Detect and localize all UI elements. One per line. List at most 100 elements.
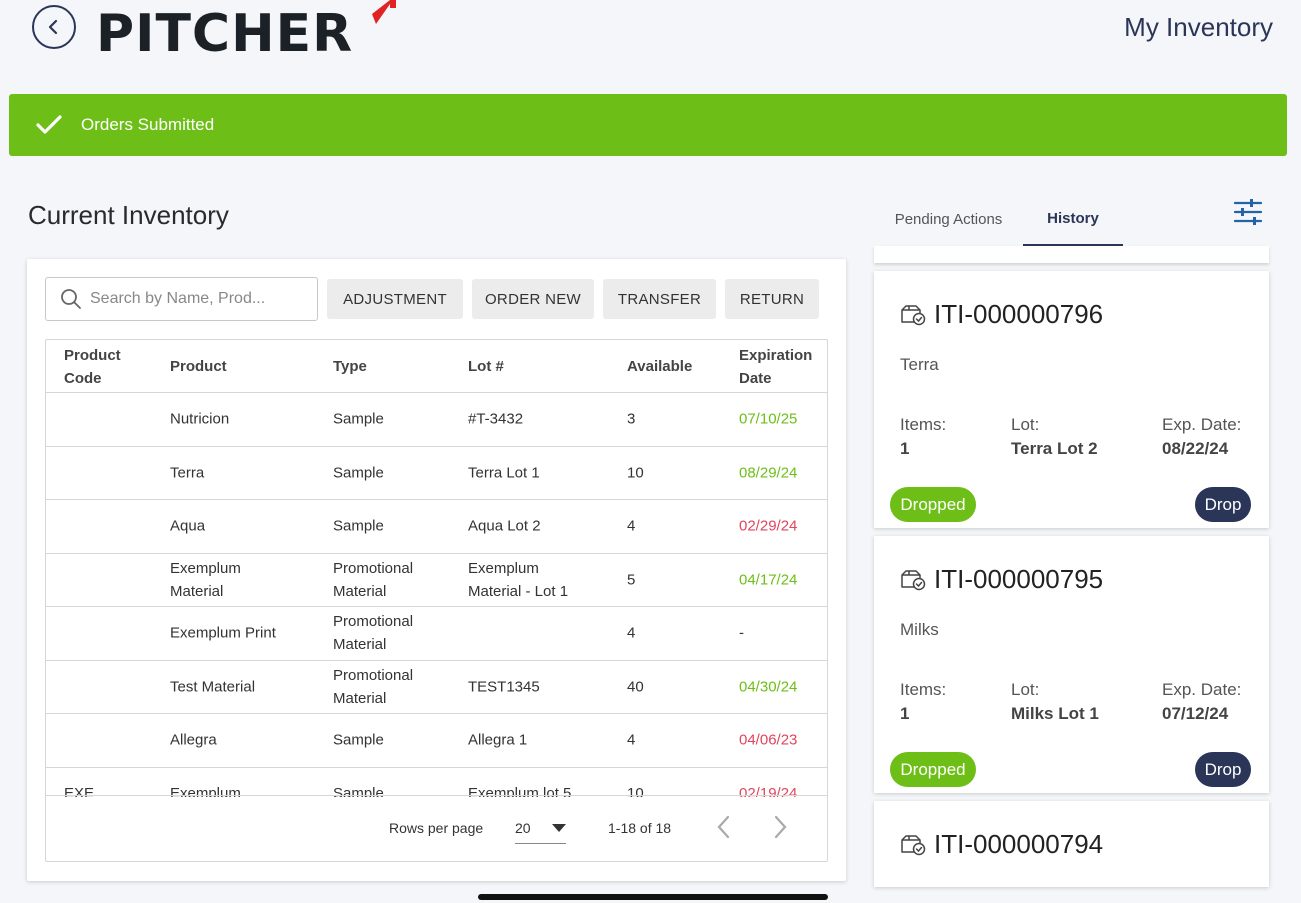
cell-type: Sample (333, 408, 384, 431)
cell-expiration: 08/29/24 (739, 464, 798, 482)
cell-line: Exemplum (170, 559, 241, 577)
history-card[interactable]: ITI-000000794 (874, 801, 1269, 887)
column-header-type[interactable]: Type (333, 355, 367, 378)
home-indicator (478, 894, 828, 900)
history-product-name: Terra (900, 355, 939, 374)
header-line: Date (739, 370, 772, 387)
tab-pending-actions[interactable]: Pending Actions (874, 192, 1023, 246)
table-row[interactable]: Aqua Sample Aqua Lot 2 4 02/29/24 (46, 500, 827, 554)
order-new-button[interactable]: ORDER NEW (472, 279, 594, 319)
rows-per-page-select[interactable]: 20 (515, 812, 566, 844)
cell-line: Material - Lot 1 (468, 582, 569, 600)
prev-page-button[interactable] (714, 814, 734, 843)
transfer-button[interactable]: TRANSFER (603, 279, 716, 319)
cell-lot: Aqua Lot 2 (468, 515, 541, 538)
chevron-right-icon (774, 815, 787, 839)
status-badge: Dropped (890, 487, 976, 522)
search-box[interactable] (45, 277, 318, 321)
success-banner: Orders Submitted (9, 94, 1287, 156)
cell-expiration: 02/29/24 (739, 517, 798, 535)
cell-expiration: 04/06/23 (739, 731, 798, 749)
column-header-product[interactable]: Product (170, 355, 227, 378)
cell-line: Material (170, 582, 224, 600)
table-row[interactable]: EXE Exemplum Sample Exemplum lot 5 10 02/19/2… (46, 768, 827, 798)
return-button[interactable]: RETURN (725, 279, 819, 319)
items-label: Items: (900, 680, 947, 699)
cell-line: Sample (333, 410, 384, 428)
cell-product: Exemplum Material (170, 557, 241, 603)
header-line: Code (64, 370, 102, 387)
cell-expiration: 04/17/24 (739, 571, 798, 589)
cell-line: Sample (333, 731, 384, 749)
cell-line: Promotional (333, 666, 414, 684)
history-id-text: ITI-000000794 (934, 829, 1104, 859)
package-check-icon (901, 569, 926, 590)
logo-text: PITCHER (96, 4, 354, 64)
sliders-icon (1233, 199, 1263, 225)
table-row[interactable]: Allegra Sample Allegra 1 4 04/06/23 (46, 714, 827, 768)
search-icon (61, 289, 81, 309)
lot-value: Milks Lot 1 (1011, 704, 1099, 723)
filter-button[interactable] (1233, 198, 1263, 231)
column-header-lot[interactable]: Lot # (468, 355, 504, 378)
cell-line: Nutricion (170, 410, 230, 428)
column-header-product-code[interactable]: Product Code (64, 344, 121, 390)
cell-type: Sample (333, 515, 384, 538)
cell-lot: Allegra 1 (468, 729, 527, 752)
cell-type: Promotional Material (333, 610, 413, 656)
cell-type: Sample (333, 461, 384, 484)
cell-line: Allegra 1 (468, 731, 528, 749)
items-value: 1 (900, 704, 910, 723)
table-row[interactable]: Exemplum Print Promotional Material 4 - (46, 607, 827, 661)
lot-label: Lot: (1011, 415, 1040, 434)
header-line: Expiration (739, 347, 813, 364)
package-check-icon (901, 304, 926, 325)
cell-line: Promotional (333, 559, 414, 577)
exp-date-value: 08/22/24 (1162, 439, 1229, 458)
cell-line: Aqua Lot 2 (468, 517, 541, 535)
adjustment-button[interactable]: ADJUSTMENT (327, 279, 463, 319)
cell-line: Allegra (170, 731, 217, 749)
column-header-expiration[interactable]: Expiration Date (739, 344, 812, 390)
column-header-available[interactable]: Available (627, 355, 692, 378)
cell-available: 4 (627, 731, 636, 749)
lot-label: Lot: (1011, 680, 1040, 699)
cell-product: Nutricion (170, 408, 229, 431)
cell-product: Terra (170, 461, 204, 484)
history-id-text: ITI-000000796 (934, 299, 1104, 329)
cell-available: 4 (627, 517, 636, 535)
cell-lot: Exemplum Material - Lot 1 (468, 557, 568, 603)
table-row[interactable]: Exemplum Material Promotional Material Exemp… (46, 554, 827, 607)
back-button[interactable] (32, 5, 76, 49)
inventory-card: ADJUSTMENT ORDER NEW TRANSFER RETURN Pro… (27, 259, 846, 881)
drop-button[interactable]: Drop (1195, 487, 1251, 522)
pagination-range: 1-18 of 18 (608, 820, 672, 836)
cell-lot: Terra Lot 1 (468, 461, 540, 484)
checkmark-icon (35, 113, 63, 137)
drop-button[interactable]: Drop (1195, 752, 1251, 787)
banner-message: Orders Submitted (81, 115, 215, 134)
tab-history[interactable]: History (1023, 192, 1123, 246)
history-card[interactable]: ITI-000000796 Terra Items: 1 Lot: Terra … (874, 271, 1269, 528)
table-row[interactable]: Terra Sample Terra Lot 1 10 08/29/24 (46, 447, 827, 500)
history-card-id: ITI-000000794 (900, 829, 1103, 860)
exp-date-label: Exp. Date: (1162, 415, 1242, 434)
cell-line: Aqua (170, 517, 206, 535)
next-page-button[interactable] (770, 814, 790, 843)
status-badge: Dropped (890, 752, 976, 787)
cell-available: 10 (627, 464, 644, 482)
history-card-id: ITI-000000796 (900, 299, 1103, 330)
history-card[interactable]: ITI-000000795 Milks Items: 1 Lot: Milks … (874, 536, 1269, 793)
cell-line: Terra (170, 464, 205, 482)
rows-per-page-label: Rows per page (389, 820, 484, 836)
page-title: My Inventory (1124, 12, 1273, 42)
rows-per-page-value: 20 (515, 819, 531, 836)
table-row[interactable]: Nutricion Sample #T-3432 3 07/10/25 (46, 393, 827, 447)
table-row[interactable]: Test Material Promotional Material TEST1345… (46, 661, 827, 714)
search-input[interactable] (90, 290, 300, 308)
cell-product: Allegra (170, 729, 217, 752)
cell-line: Material (333, 636, 387, 654)
cell-lot: TEST1345 (468, 675, 540, 698)
cell-line: Terra Lot 1 (468, 464, 540, 482)
cell-line: Sample (333, 517, 384, 535)
